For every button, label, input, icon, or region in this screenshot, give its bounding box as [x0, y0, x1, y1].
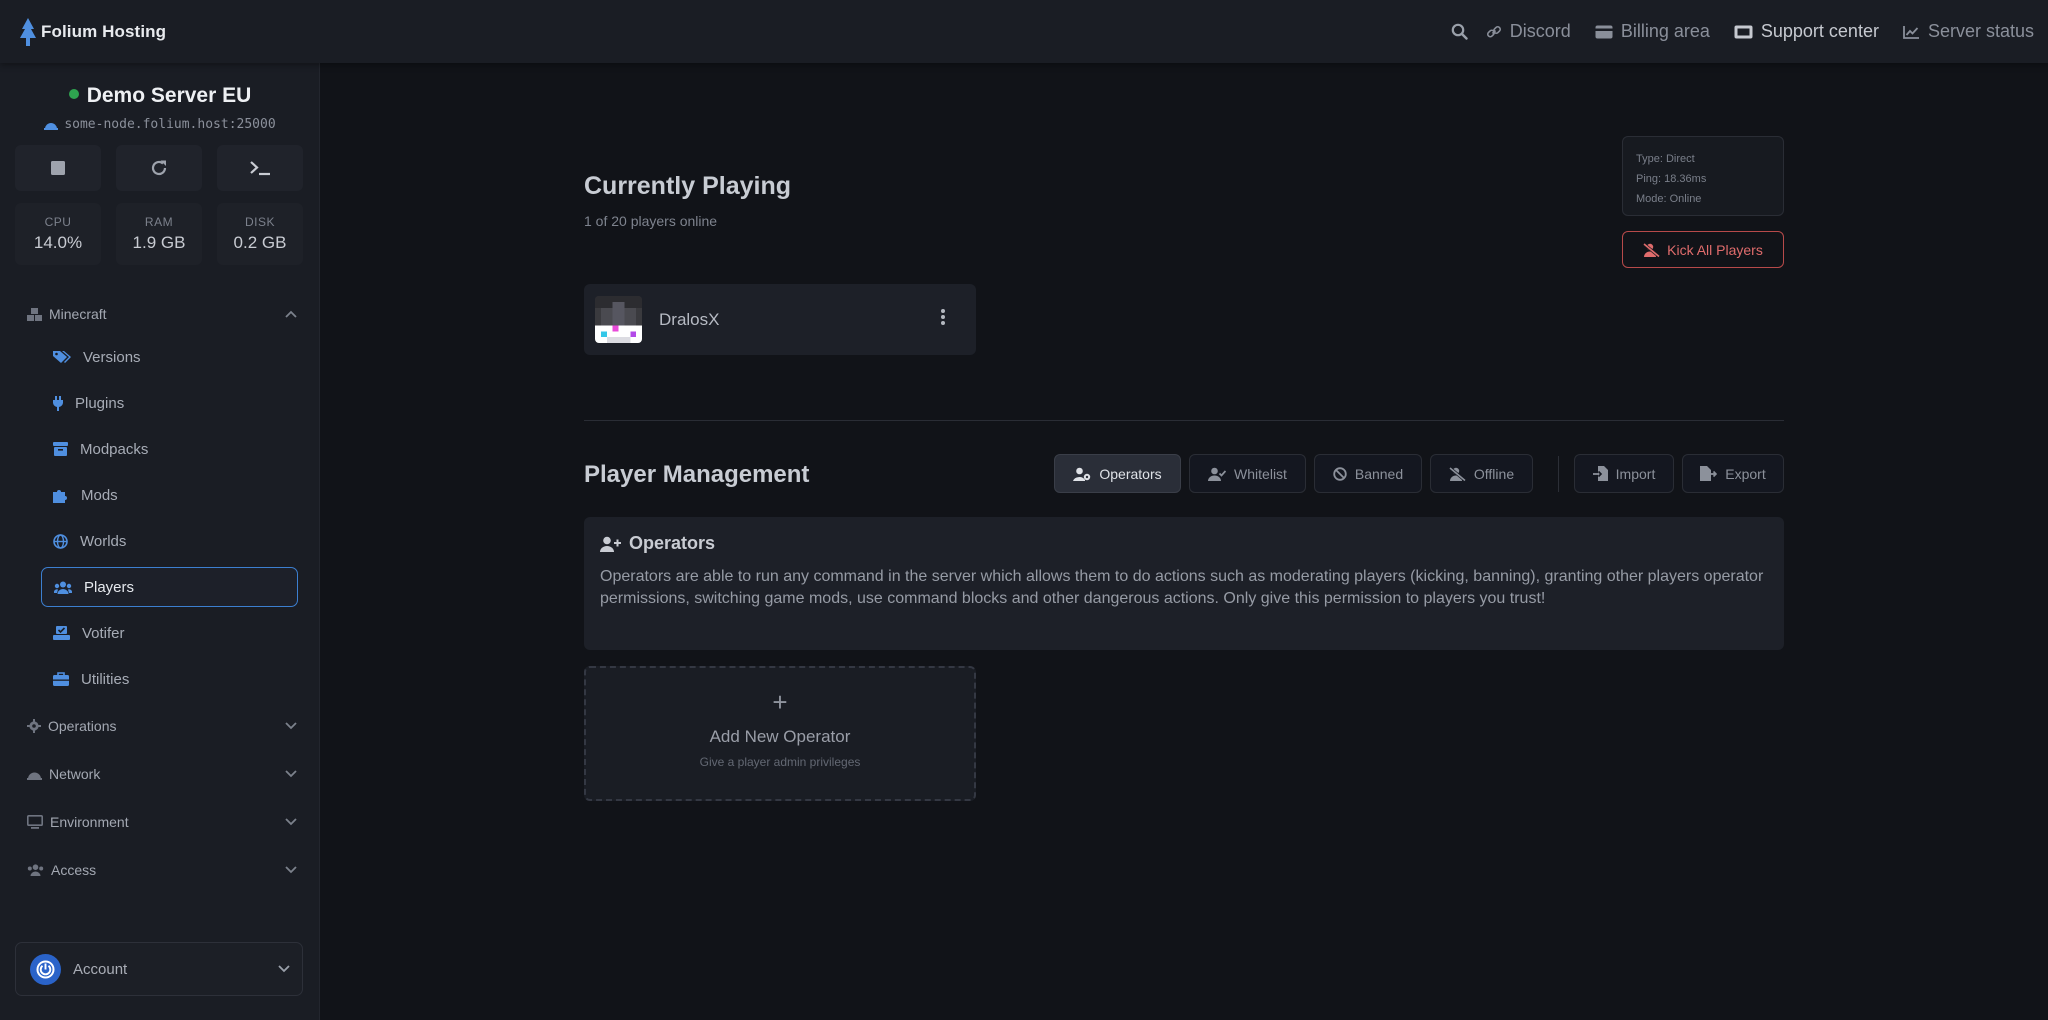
- page-title: Currently Playing: [584, 172, 791, 200]
- plug-icon: [53, 395, 63, 411]
- section-environment[interactable]: Environment: [27, 809, 297, 835]
- chevron-down-icon: [278, 965, 290, 973]
- toolbox-icon: [53, 672, 69, 686]
- section-access[interactable]: Access: [27, 857, 297, 883]
- globe-icon: [53, 533, 68, 549]
- operators-info-panel: Operators Operators are able to run any …: [584, 517, 1784, 650]
- top-nav: Discord Billing area Support center Serv…: [1451, 21, 2048, 42]
- user-cog-icon: [1073, 467, 1091, 481]
- credit-card-icon: [1595, 25, 1613, 38]
- tab-whitelist[interactable]: Whitelist: [1189, 454, 1306, 493]
- vote-icon: [53, 626, 70, 640]
- monitor-icon: [27, 815, 43, 829]
- server-name: Demo Server EU: [0, 84, 320, 108]
- top-bar: Folium Hosting Discord Billing area Supp…: [0, 0, 2048, 63]
- puzzle-icon: [53, 489, 67, 503]
- server-host[interactable]: some-node.folium.host:25000: [0, 117, 320, 132]
- cubes-icon: [27, 307, 42, 321]
- user-slash-icon: [1643, 242, 1661, 257]
- add-new-operator-button[interactable]: + Add New Operator Give a player admin p…: [584, 666, 976, 801]
- stop-button[interactable]: [15, 145, 101, 191]
- network-icon: [44, 123, 59, 130]
- account-menu[interactable]: Account: [15, 942, 303, 996]
- server-status-link[interactable]: Server status: [1903, 21, 2034, 42]
- players-online-count: 1 of 20 players online: [584, 213, 718, 229]
- discord-link[interactable]: Discord: [1486, 21, 1571, 42]
- more-options-icon[interactable]: [940, 308, 946, 331]
- brand-name: Folium Hosting: [41, 21, 167, 41]
- tab-operators[interactable]: Operators: [1054, 454, 1181, 493]
- billing-area-link[interactable]: Billing area: [1595, 21, 1710, 42]
- operators-description: Operators are able to run any command in…: [600, 568, 1764, 607]
- chevron-down-icon: [285, 818, 297, 826]
- player-name: DralosX: [659, 309, 720, 329]
- sidebar-item-mods[interactable]: Mods: [41, 475, 298, 515]
- chevron-down-icon: [285, 866, 297, 874]
- status-dot: [68, 89, 79, 99]
- file-import-icon: [1592, 466, 1608, 481]
- gear-icon: [27, 719, 41, 733]
- user-slash-icon: [1448, 466, 1466, 481]
- section-operations[interactable]: Operations: [27, 713, 297, 739]
- section-divider: [584, 420, 1784, 421]
- terminal-icon: [250, 161, 270, 176]
- sidebar: Demo Server EU some-node.folium.host:250…: [0, 63, 320, 1020]
- player-management-title: Player Management: [584, 461, 810, 488]
- restart-icon: [151, 160, 167, 176]
- user-plus-icon: [600, 536, 621, 552]
- cpu-stat: CPU 14.0%: [15, 203, 101, 265]
- chevron-up-icon: [285, 310, 297, 318]
- chevron-down-icon: [285, 722, 297, 730]
- player-card[interactable]: DralosX: [584, 284, 976, 355]
- avatar: [30, 953, 61, 985]
- plus-icon: +: [772, 687, 788, 717]
- connection-info: Type: Direct Ping: 18.36ms Mode: Online: [1622, 136, 1784, 216]
- export-button[interactable]: Export: [1682, 454, 1784, 493]
- link-icon: [1486, 25, 1501, 38]
- tree-logo-icon: [20, 17, 36, 46]
- operators-heading: Operators: [600, 533, 1768, 554]
- file-export-icon: [1700, 466, 1718, 481]
- user-check-icon: [1208, 467, 1227, 481]
- tab-separator: [1558, 456, 1559, 492]
- player-avatar: [595, 296, 642, 343]
- main-content: Currently Playing 1 of 20 players online…: [320, 63, 2048, 1020]
- network-icon: [27, 772, 42, 780]
- section-minecraft[interactable]: Minecraft: [27, 301, 297, 327]
- ticket-icon: [1734, 25, 1753, 38]
- restart-button[interactable]: [116, 145, 202, 191]
- ram-stat: RAM 1.9 GB: [116, 203, 202, 265]
- box-icon: [53, 442, 68, 456]
- search-icon[interactable]: [1451, 23, 1468, 40]
- console-button[interactable]: [217, 145, 303, 191]
- chevron-down-icon: [285, 770, 297, 778]
- kick-all-players-button[interactable]: Kick All Players: [1622, 231, 1784, 268]
- power-icon: [36, 960, 55, 978]
- sidebar-item-modpacks[interactable]: Modpacks: [41, 429, 298, 469]
- section-network[interactable]: Network: [27, 761, 297, 787]
- sidebar-item-plugins[interactable]: Plugins: [41, 383, 298, 423]
- sidebar-item-worlds[interactable]: Worlds: [41, 521, 298, 561]
- chart-line-icon: [1903, 25, 1919, 39]
- tab-offline[interactable]: Offline: [1430, 454, 1533, 493]
- sidebar-item-players[interactable]: Players: [41, 567, 298, 607]
- sidebar-item-utilities[interactable]: Utilities: [41, 659, 298, 699]
- users-icon: [54, 581, 72, 594]
- sidebar-item-versions[interactable]: Versions: [41, 337, 298, 377]
- tab-banned[interactable]: Banned: [1314, 454, 1422, 493]
- sidebar-item-votifer[interactable]: Votifer: [41, 613, 298, 653]
- disk-stat: DISK 0.2 GB: [217, 203, 303, 265]
- support-center-link[interactable]: Support center: [1734, 21, 1879, 42]
- brand[interactable]: Folium Hosting: [18, 17, 166, 47]
- tags-icon: [53, 351, 71, 363]
- ban-icon: [1333, 466, 1347, 481]
- users-icon: [27, 864, 44, 876]
- stop-icon: [51, 161, 65, 175]
- import-button[interactable]: Import: [1574, 454, 1674, 493]
